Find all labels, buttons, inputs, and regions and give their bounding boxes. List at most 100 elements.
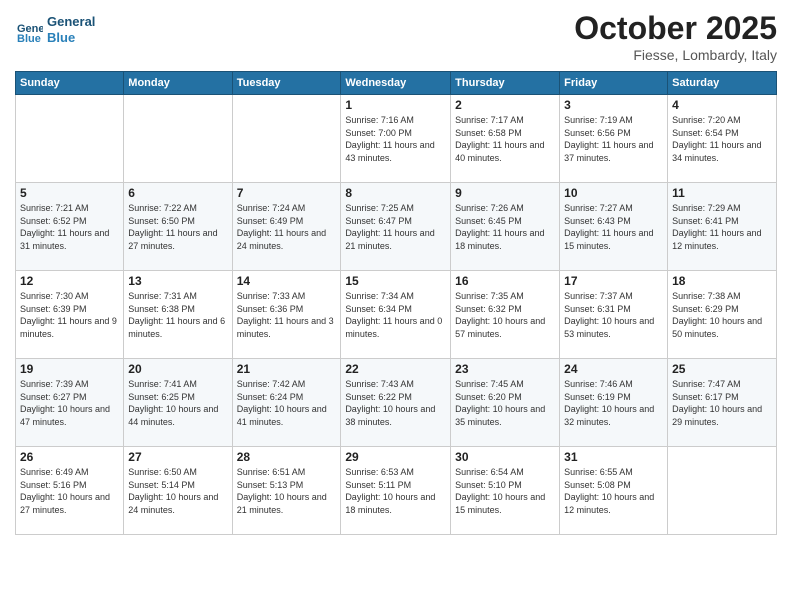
day-info: Sunrise: 6:51 AM Sunset: 5:13 PM Dayligh… <box>237 466 337 516</box>
col-saturday: Saturday <box>668 72 777 95</box>
table-row: 3 Sunrise: 7:19 AM Sunset: 6:56 PM Daylig… <box>560 95 668 183</box>
col-friday: Friday <box>560 72 668 95</box>
logo-line2: Blue <box>47 30 95 46</box>
day-info: Sunrise: 7:42 AM Sunset: 6:24 PM Dayligh… <box>237 378 337 428</box>
day-number: 7 <box>237 186 337 200</box>
svg-text:Blue: Blue <box>17 33 41 44</box>
day-number: 8 <box>345 186 446 200</box>
day-info: Sunrise: 7:46 AM Sunset: 6:19 PM Dayligh… <box>564 378 663 428</box>
table-row: 13 Sunrise: 7:31 AM Sunset: 6:38 PM Dayli… <box>124 271 232 359</box>
calendar-week-row: 19Sunrise: 7:39 AM Sunset: 6:27 PM Dayli… <box>16 359 777 447</box>
table-row: 30Sunrise: 6:54 AM Sunset: 5:10 PM Dayli… <box>451 447 560 535</box>
table-row <box>124 95 232 183</box>
table-row: 22 Sunrise: 7:43 AM Sunset: 6:22 PM Dayli… <box>341 359 451 447</box>
day-info: Sunrise: 7:19 AM Sunset: 6:56 PM Dayligh… <box>564 114 663 164</box>
day-info: Sunrise: 7:34 AM Sunset: 6:34 PM Dayligh… <box>345 290 446 340</box>
col-monday: Monday <box>124 72 232 95</box>
day-number: 3 <box>564 98 663 112</box>
table-row: 29 Sunrise: 6:53 AM Sunset: 5:11 PM Dayli… <box>341 447 451 535</box>
day-number: 10 <box>564 186 663 200</box>
day-number: 4 <box>672 98 772 112</box>
page-header: General Blue General Blue October 2025 F… <box>15 10 777 63</box>
table-row: 27 Sunrise: 6:50 AM Sunset: 5:14 PM Dayli… <box>124 447 232 535</box>
day-number: 31 <box>564 450 663 464</box>
table-row: 14 Sunrise: 7:33 AM Sunset: 6:36 PM Dayli… <box>232 271 341 359</box>
calendar-week-row: 1Sunrise: 7:16 AM Sunset: 7:00 PM Daylig… <box>16 95 777 183</box>
col-tuesday: Tuesday <box>232 72 341 95</box>
day-info: Sunrise: 7:38 AM Sunset: 6:29 PM Dayligh… <box>672 290 772 340</box>
day-number: 26 <box>20 450 119 464</box>
day-number: 14 <box>237 274 337 288</box>
table-row: 31 Sunrise: 6:55 AM Sunset: 5:08 PM Dayli… <box>560 447 668 535</box>
day-number: 19 <box>20 362 119 376</box>
day-info: Sunrise: 7:26 AM Sunset: 6:45 PM Dayligh… <box>455 202 555 252</box>
day-info: Sunrise: 7:25 AM Sunset: 6:47 PM Dayligh… <box>345 202 446 252</box>
table-row: 2Sunrise: 7:17 AM Sunset: 6:58 PM Daylig… <box>451 95 560 183</box>
day-info: Sunrise: 7:43 AM Sunset: 6:22 PM Dayligh… <box>345 378 446 428</box>
table-row: 17Sunrise: 7:37 AM Sunset: 6:31 PM Dayli… <box>560 271 668 359</box>
day-info: Sunrise: 7:20 AM Sunset: 6:54 PM Dayligh… <box>672 114 772 164</box>
day-number: 11 <box>672 186 772 200</box>
day-info: Sunrise: 6:50 AM Sunset: 5:14 PM Dayligh… <box>128 466 227 516</box>
calendar-week-row: 26 Sunrise: 6:49 AM Sunset: 5:16 PM Dayli… <box>16 447 777 535</box>
table-row: 21 Sunrise: 7:42 AM Sunset: 6:24 PM Dayli… <box>232 359 341 447</box>
table-row: 24 Sunrise: 7:46 AM Sunset: 6:19 PM Dayli… <box>560 359 668 447</box>
col-sunday: Sunday <box>16 72 124 95</box>
table-row: 15Sunrise: 7:34 AM Sunset: 6:34 PM Dayli… <box>341 271 451 359</box>
day-number: 18 <box>672 274 772 288</box>
table-row <box>16 95 124 183</box>
day-number: 25 <box>672 362 772 376</box>
day-info: Sunrise: 7:29 AM Sunset: 6:41 PM Dayligh… <box>672 202 772 252</box>
day-info: Sunrise: 6:55 AM Sunset: 5:08 PM Dayligh… <box>564 466 663 516</box>
table-row: 7 Sunrise: 7:24 AM Sunset: 6:49 PM Daylig… <box>232 183 341 271</box>
day-number: 23 <box>455 362 555 376</box>
day-number: 6 <box>128 186 227 200</box>
table-row: 26 Sunrise: 6:49 AM Sunset: 5:16 PM Dayli… <box>16 447 124 535</box>
day-number: 28 <box>237 450 337 464</box>
day-number: 17 <box>564 274 663 288</box>
table-row: 12Sunrise: 7:30 AM Sunset: 6:39 PM Dayli… <box>16 271 124 359</box>
day-info: Sunrise: 7:35 AM Sunset: 6:32 PM Dayligh… <box>455 290 555 340</box>
calendar-week-row: 5 Sunrise: 7:21 AM Sunset: 6:52 PM Daylig… <box>16 183 777 271</box>
col-thursday: Thursday <box>451 72 560 95</box>
table-row: 18 Sunrise: 7:38 AM Sunset: 6:29 PM Dayli… <box>668 271 777 359</box>
table-row: 10 Sunrise: 7:27 AM Sunset: 6:43 PM Dayli… <box>560 183 668 271</box>
table-row: 8 Sunrise: 7:25 AM Sunset: 6:47 PM Daylig… <box>341 183 451 271</box>
day-info: Sunrise: 7:21 AM Sunset: 6:52 PM Dayligh… <box>20 202 119 252</box>
table-row: 23 Sunrise: 7:45 AM Sunset: 6:20 PM Dayli… <box>451 359 560 447</box>
day-number: 9 <box>455 186 555 200</box>
day-number: 20 <box>128 362 227 376</box>
day-info: Sunrise: 7:33 AM Sunset: 6:36 PM Dayligh… <box>237 290 337 340</box>
day-info: Sunrise: 6:53 AM Sunset: 5:11 PM Dayligh… <box>345 466 446 516</box>
day-number: 22 <box>345 362 446 376</box>
table-row: 25 Sunrise: 7:47 AM Sunset: 6:17 PM Dayli… <box>668 359 777 447</box>
day-number: 12 <box>20 274 119 288</box>
calendar-table: Sunday Monday Tuesday Wednesday Thursday… <box>15 71 777 535</box>
day-number: 21 <box>237 362 337 376</box>
day-info: Sunrise: 7:31 AM Sunset: 6:38 PM Dayligh… <box>128 290 227 340</box>
day-info: Sunrise: 7:41 AM Sunset: 6:25 PM Dayligh… <box>128 378 227 428</box>
day-number: 27 <box>128 450 227 464</box>
month-title: October 2025 <box>574 10 777 47</box>
day-info: Sunrise: 7:24 AM Sunset: 6:49 PM Dayligh… <box>237 202 337 252</box>
day-info: Sunrise: 7:22 AM Sunset: 6:50 PM Dayligh… <box>128 202 227 252</box>
day-number: 5 <box>20 186 119 200</box>
table-row <box>668 447 777 535</box>
title-block: October 2025 Fiesse, Lombardy, Italy <box>574 10 777 63</box>
day-info: Sunrise: 7:27 AM Sunset: 6:43 PM Dayligh… <box>564 202 663 252</box>
col-wednesday: Wednesday <box>341 72 451 95</box>
day-number: 24 <box>564 362 663 376</box>
day-info: Sunrise: 7:45 AM Sunset: 6:20 PM Dayligh… <box>455 378 555 428</box>
location-title: Fiesse, Lombardy, Italy <box>574 47 777 63</box>
table-row: 20 Sunrise: 7:41 AM Sunset: 6:25 PM Dayli… <box>124 359 232 447</box>
table-row: 11 Sunrise: 7:29 AM Sunset: 6:41 PM Dayli… <box>668 183 777 271</box>
table-row: 5 Sunrise: 7:21 AM Sunset: 6:52 PM Daylig… <box>16 183 124 271</box>
day-number: 13 <box>128 274 227 288</box>
day-info: Sunrise: 6:49 AM Sunset: 5:16 PM Dayligh… <box>20 466 119 516</box>
day-info: Sunrise: 7:16 AM Sunset: 7:00 PM Dayligh… <box>345 114 446 164</box>
day-info: Sunrise: 7:47 AM Sunset: 6:17 PM Dayligh… <box>672 378 772 428</box>
day-number: 16 <box>455 274 555 288</box>
day-number: 29 <box>345 450 446 464</box>
table-row: 28 Sunrise: 6:51 AM Sunset: 5:13 PM Dayli… <box>232 447 341 535</box>
calendar-header-row: Sunday Monday Tuesday Wednesday Thursday… <box>16 72 777 95</box>
